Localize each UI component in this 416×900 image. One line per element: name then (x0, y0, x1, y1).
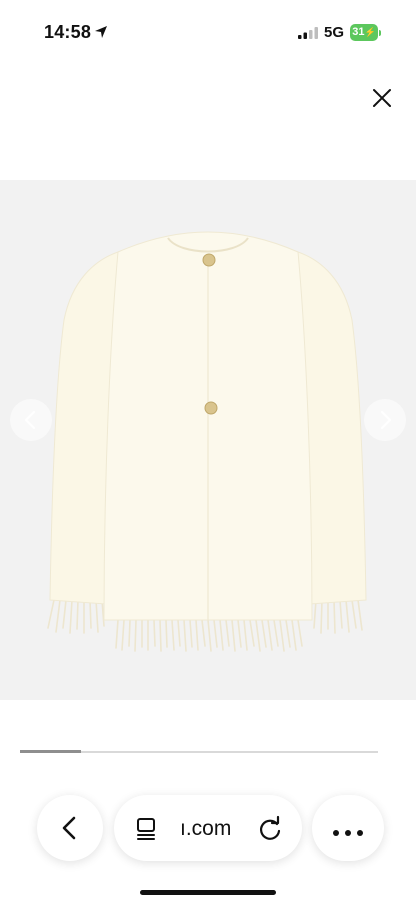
gallery-progress-fill (20, 750, 81, 753)
chevron-left-icon (62, 816, 76, 840)
home-indicator (140, 890, 276, 895)
chevron-left-icon (24, 410, 36, 430)
battery-level: 31 (352, 26, 365, 38)
jacket-button-top (202, 253, 216, 267)
product-image[interactable] (0, 180, 416, 700)
browser-toolbar: ı.com (0, 790, 416, 900)
status-time: 14:58 (44, 22, 92, 42)
more-icon (333, 830, 363, 836)
chevron-right-icon (380, 410, 392, 430)
reader-mode-icon[interactable] (134, 816, 160, 842)
reload-icon[interactable] (256, 815, 284, 843)
jacket-button-middle (204, 401, 218, 415)
url-text: ı.com (180, 817, 232, 840)
battery-icon: 31⚡ (350, 24, 378, 41)
status-bar: 14:58 5G 31⚡ (0, 0, 416, 62)
cellular-signal-icon (298, 27, 318, 39)
close-icon[interactable] (368, 84, 396, 112)
location-arrow-icon (95, 26, 107, 38)
address-bar[interactable]: ı.com (114, 795, 302, 861)
more-button[interactable] (312, 795, 384, 861)
battery-cap (379, 30, 381, 36)
network-label: 5G (324, 24, 345, 41)
product-image-gallery[interactable] (0, 180, 416, 700)
back-button[interactable] (37, 795, 103, 861)
gallery-prev-button[interactable] (10, 399, 52, 441)
gallery-progress-track (20, 750, 378, 753)
gallery-next-button[interactable] (364, 399, 406, 441)
